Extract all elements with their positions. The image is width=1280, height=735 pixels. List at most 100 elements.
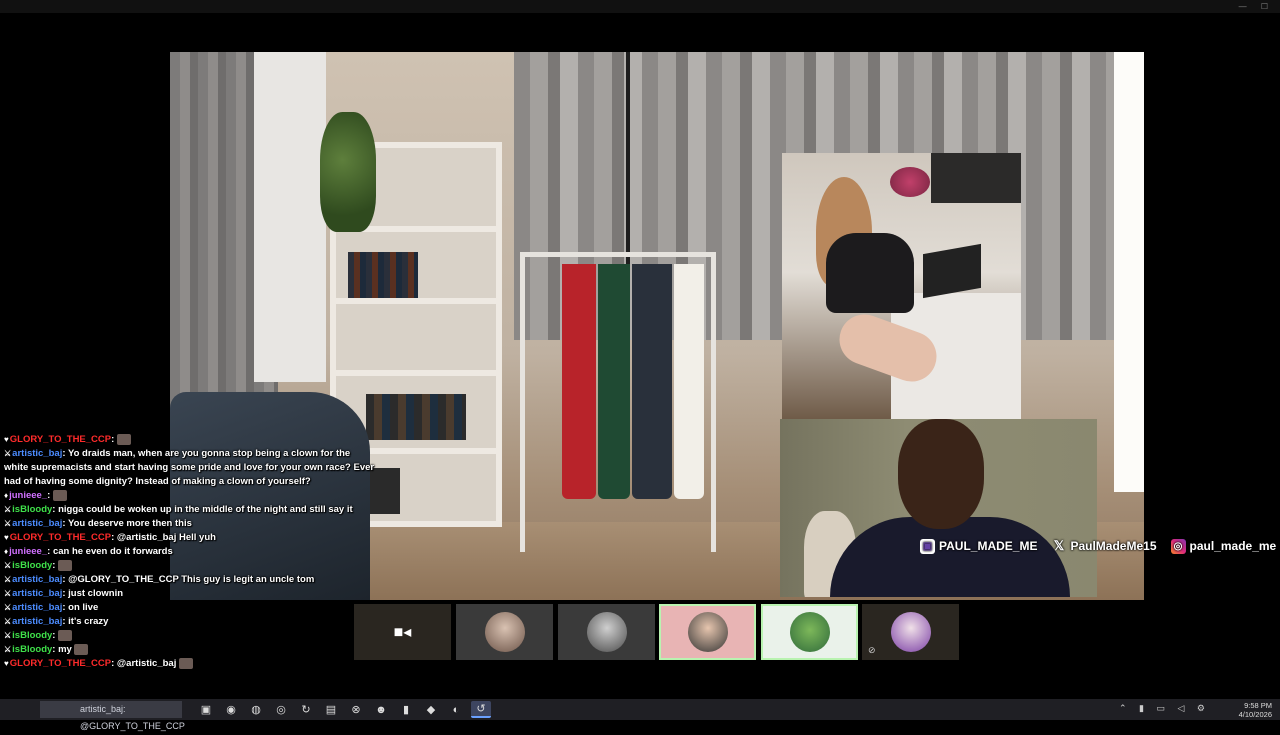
instagram-icon: ◎: [1170, 538, 1186, 554]
chat-text: just clownin: [68, 588, 124, 599]
left-window: [254, 52, 326, 382]
emote-icon: [179, 657, 193, 669]
emote-icon: [74, 643, 89, 655]
chat-message: ⚔artistic_baj: Yo draids man, when are y…: [4, 448, 375, 487]
refresh-icon[interactable]: ↻: [296, 701, 316, 718]
chat-text: @artistic_baj: [116, 658, 177, 669]
chat-badge-icon: ⚔: [4, 575, 12, 584]
chat-badge-icon: ⚔: [4, 589, 12, 598]
chat-message: ♦junieee_: can he even do it forwards: [4, 546, 173, 557]
taskbar-icons: ▣ ◉ ◍ ◎ ↻ ▤ ⊗ ☻ ▮ ◆ ◐ ↺: [196, 701, 491, 718]
chat-username[interactable]: artistic_baj: [12, 616, 62, 627]
twitch-handle: PAUL_MADE_ME: [939, 539, 1038, 553]
red-jacket: [562, 264, 596, 499]
files-icon[interactable]: ▤: [321, 701, 341, 718]
app-icon[interactable]: ▮: [396, 701, 416, 718]
chat-username[interactable]: artistic_baj: [12, 448, 62, 459]
social-handles: ▣ PAUL_MADE_ME 𝕏 PaulMadeMe15 ◎ paul_mad…: [920, 537, 1276, 555]
app2-icon[interactable]: ↺: [471, 701, 491, 718]
chat-message: ♦junieee_:: [4, 489, 376, 503]
avatar: [890, 612, 931, 652]
chat-username[interactable]: artistic_baj: [12, 518, 62, 529]
chat-badge-icon: ⚔: [4, 505, 12, 514]
chat-badge-icon: ⚔: [4, 519, 12, 528]
folder-icon[interactable]: ▣: [196, 701, 216, 718]
chrome-icon[interactable]: ◎: [271, 701, 291, 718]
chat-text: nigga could be woken up in the middle of…: [58, 504, 353, 515]
participant-tile-active[interactable]: [761, 604, 858, 660]
pip-image-portrait: [780, 419, 1097, 597]
chat-username[interactable]: isBloody: [12, 644, 52, 655]
browser-icon[interactable]: ◉: [221, 701, 241, 718]
chat-username[interactable]: isBloody: [12, 504, 52, 515]
white-shirt: [674, 264, 704, 499]
chat-overlay: ♥GLORY_TO_THE_CCP: ⚔artistic_baj: Yo dra…: [4, 433, 376, 671]
taskbar: artistic_baj: @GLORY_TO_THE_CCP ▣ ◉ ◍ ◎ ↻ ▤ ⊗ ☻…: [0, 699, 1280, 731]
mic-muted-icon: ⊘: [868, 645, 876, 655]
chat-username[interactable]: artistic_baj: [12, 588, 62, 599]
participant-tile-active[interactable]: [659, 604, 756, 660]
pip-image-kitchen: [782, 153, 1021, 419]
chat-username[interactable]: junieee_: [9, 490, 47, 501]
clock[interactable]: 9:58 PM 4/10/2026: [1239, 701, 1272, 719]
chat-badge-icon: ⚔: [4, 631, 12, 640]
green-jacket: [598, 264, 630, 499]
chat-message: ⚔isBloody: my: [4, 643, 376, 657]
twitch-icon: ▣: [920, 538, 935, 554]
participant-tile[interactable]: ⊘: [862, 604, 959, 660]
chat-username[interactable]: GLORY_TO_THE_CCP: [10, 532, 111, 543]
chat-username[interactable]: GLORY_TO_THE_CCP: [10, 658, 111, 669]
x-handle: PaulMadeMe15: [1070, 539, 1157, 553]
emote-icon: [58, 559, 73, 571]
pepe-avatar: [789, 612, 830, 652]
chat-message: ⚔isBloody:: [4, 559, 376, 573]
chat-username[interactable]: isBloody: [12, 630, 52, 641]
system-tray[interactable]: ⌃ ▮ ▭ ◁ ⚙: [1119, 703, 1210, 714]
chat-message: ⚔artistic_baj: You deserve more then thi…: [4, 518, 192, 529]
chat-badge-icon: ♥: [4, 435, 9, 444]
chat-badge-icon: ⚔: [4, 561, 12, 570]
chat-badge-icon: ⚔: [4, 645, 12, 654]
avatar: [586, 612, 627, 652]
avatar: [484, 612, 525, 652]
pinned-chat-preview[interactable]: artistic_baj: @GLORY_TO_THE_CCP: [40, 701, 185, 731]
chat-text: on live: [68, 602, 99, 613]
participant-tile[interactable]: [558, 604, 655, 660]
chat-username[interactable]: junieee_: [9, 546, 47, 557]
camera-icon: ■◂: [393, 624, 412, 641]
dark-jacket: [632, 264, 672, 499]
bright-window: [1114, 52, 1144, 492]
chat-text: my: [58, 644, 72, 655]
chat-username[interactable]: artistic_baj: [12, 574, 62, 585]
chat-text: can he even do it forwards: [52, 546, 173, 557]
chat-username[interactable]: isBloody: [12, 560, 52, 571]
chat-message: ⚔artistic_baj: just clownin: [4, 588, 124, 599]
chat-badge-icon: ⚔: [4, 617, 12, 626]
chat-badge-icon: ♥: [4, 659, 9, 668]
chat-badge-icon: ⚔: [4, 449, 12, 458]
chat-text: You deserve more then this: [67, 518, 192, 529]
plant: [320, 112, 376, 232]
edge-icon[interactable]: ◐: [446, 701, 466, 718]
vscode-icon[interactable]: ◆: [421, 701, 441, 718]
window-controls[interactable]: — ☐: [1239, 2, 1274, 11]
chat-badge-icon: ♦: [4, 491, 9, 500]
participant-tile[interactable]: [456, 604, 553, 660]
chat-username[interactable]: artistic_baj: [12, 602, 62, 613]
chat-username[interactable]: GLORY_TO_THE_CCP: [10, 434, 111, 445]
avatar: [687, 612, 728, 652]
chat-text: @GLORY_TO_THE_CCP This guy is legit an u…: [68, 574, 315, 585]
x-icon: 𝕏: [1053, 538, 1065, 553]
xbox-icon[interactable]: ⊗: [346, 701, 366, 718]
clock-date: 4/10/2026: [1238, 710, 1272, 719]
firefox-icon[interactable]: ◍: [246, 701, 266, 718]
chat-badge-icon: ⚔: [4, 603, 12, 612]
emote-icon: [52, 489, 67, 501]
chat-message: ⚔artistic_baj: on live: [4, 602, 99, 613]
instagram-handle: paul_made_me: [1189, 539, 1277, 553]
emote-icon: [116, 433, 131, 445]
chat-message: ⚔isBloody: nigga could be woken up in th…: [4, 504, 353, 515]
discord-icon[interactable]: ☻: [371, 701, 391, 718]
emote-icon: [58, 629, 73, 641]
chat-message: ⚔isBloody:: [4, 629, 376, 643]
